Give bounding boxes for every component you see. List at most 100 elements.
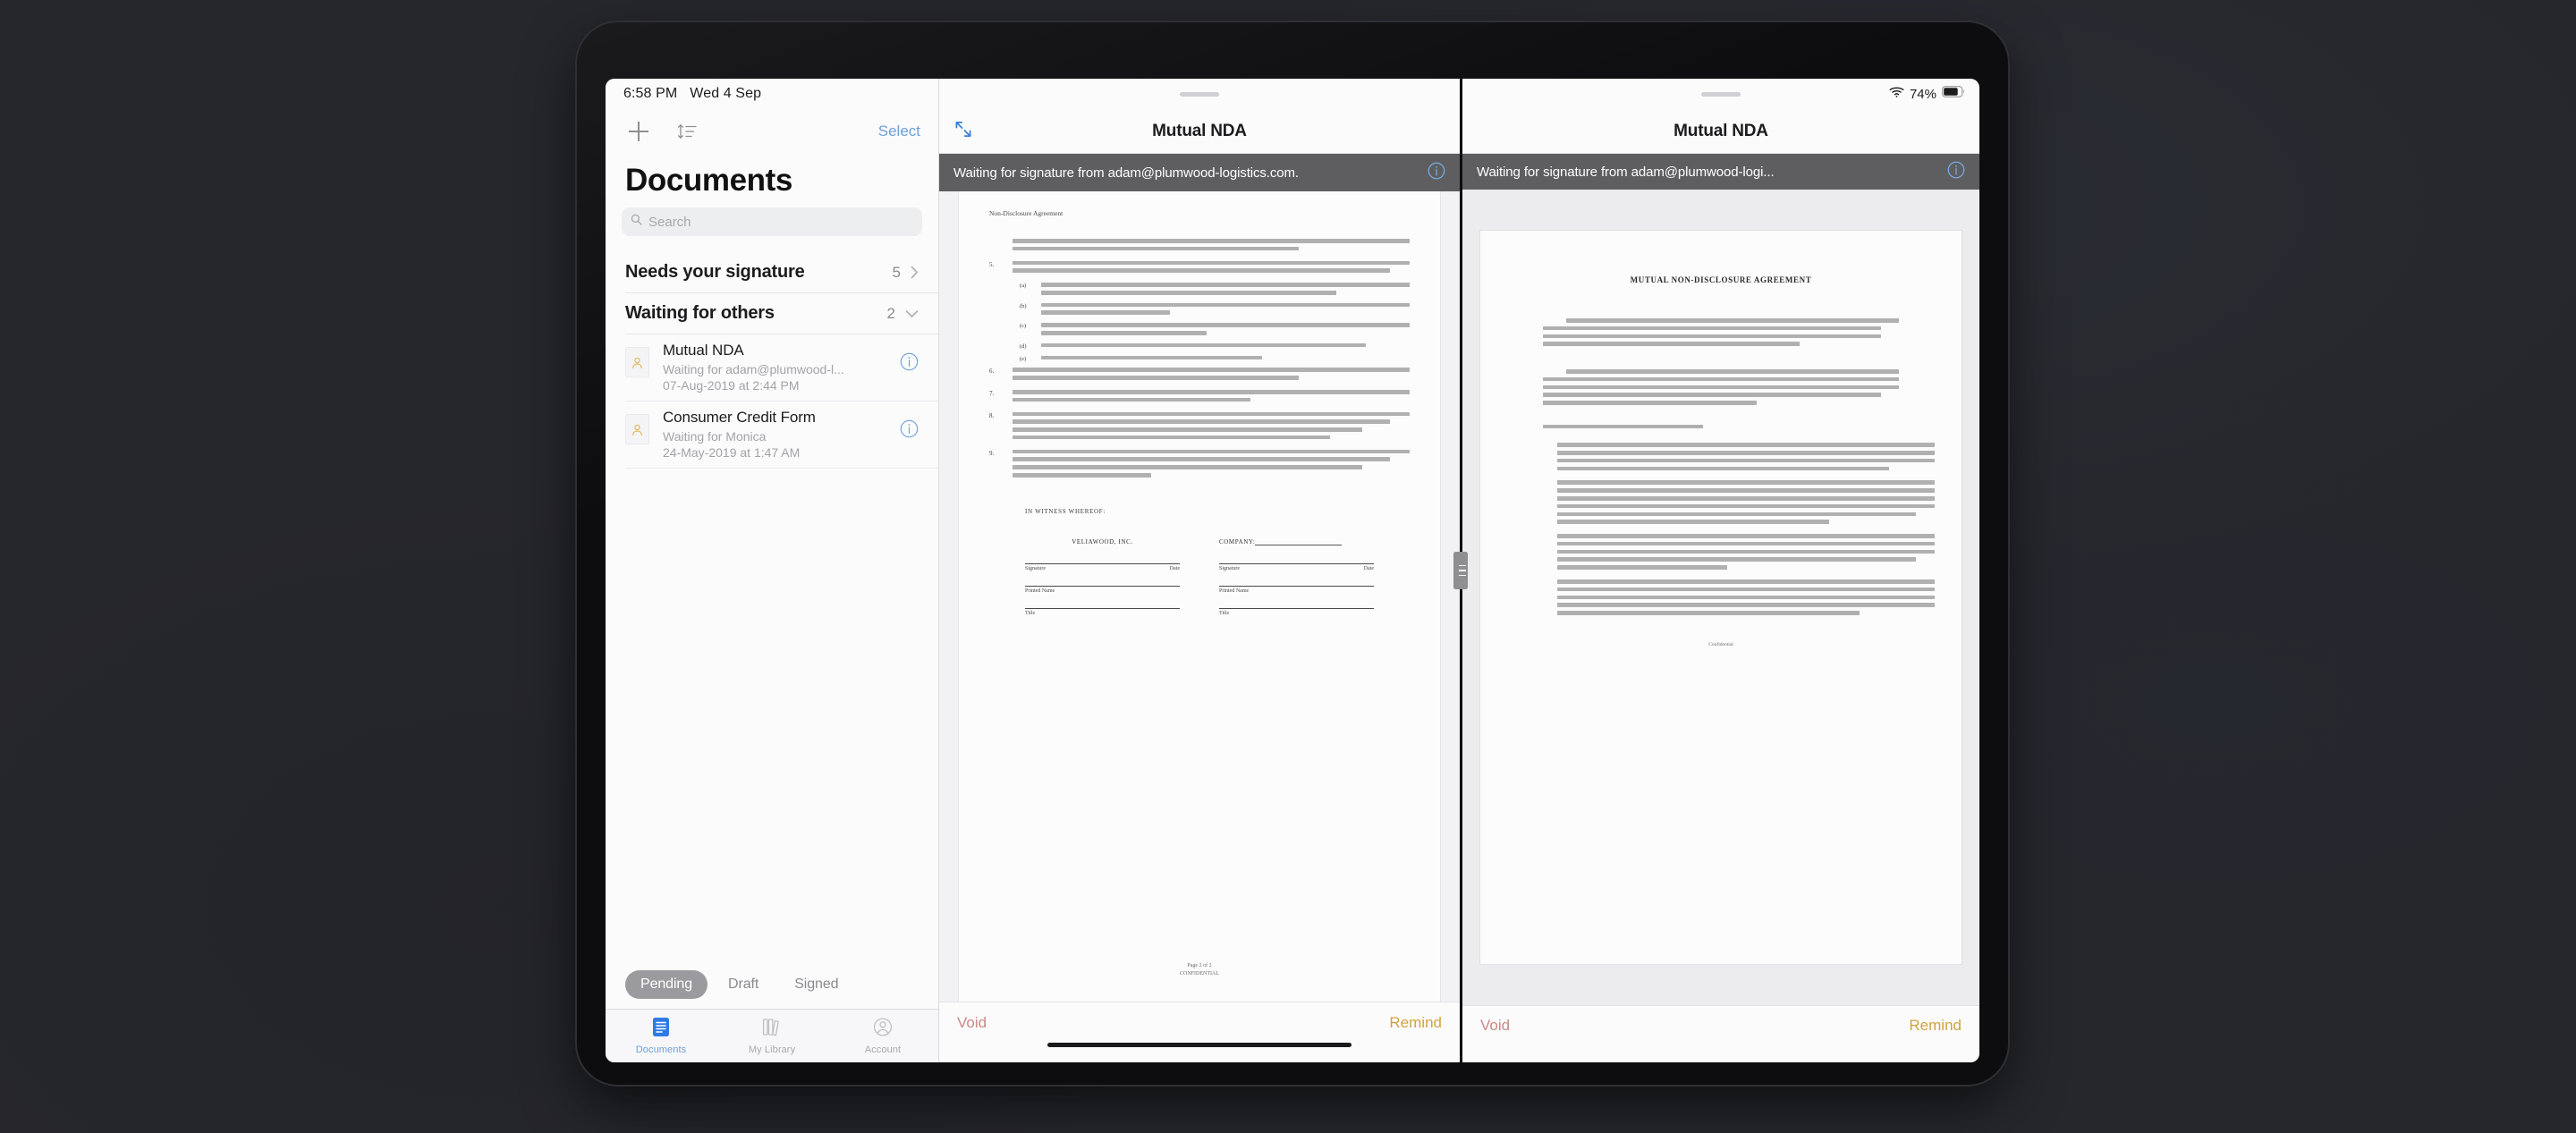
info-circle-icon[interactable] [900, 352, 919, 376]
document-paragraph [1534, 443, 1935, 474]
document-subclause: (d) [1020, 342, 1410, 351]
screenshot-root: 6:58 PM Wed 4 Sep Select Documents Searc… [0, 0, 2576, 1133]
segment-draft[interactable]: Draft [713, 970, 774, 999]
document-paragraph [1534, 534, 1935, 573]
void-button[interactable]: Void [957, 1014, 987, 1032]
person-document-icon [625, 347, 649, 377]
signature-rule [1219, 607, 1374, 609]
home-indicator-bar [1462, 1044, 1979, 1062]
status-bar-time: 6:58 PM [623, 86, 678, 101]
clause-number: 7. [989, 389, 995, 397]
plus-icon[interactable] [623, 116, 654, 147]
clause-number [989, 239, 1004, 255]
document-subtitle: Waiting for Monica [663, 429, 767, 444]
sidebar-section-waiting-for-others[interactable]: Waiting for others 2 [625, 293, 938, 334]
document-title-header: Mutual NDA [1152, 121, 1247, 140]
sidebar-section-needs-signature[interactable]: Needs your signature 5 [625, 252, 938, 293]
printed-name-label: Printed Name [1219, 588, 1250, 594]
document-title: Consumer Credit Form [663, 409, 816, 426]
document-paragraph: 8. [989, 411, 1410, 444]
clause-number: 5. [989, 260, 995, 268]
tab-label: Account [864, 1044, 902, 1055]
drag-grabber[interactable] [1701, 91, 1741, 97]
section-label: Needs your signature [625, 262, 805, 282]
document-subclause: (b) [1020, 302, 1410, 319]
title-label: Title [1219, 610, 1230, 616]
chevron-right-icon [911, 266, 919, 279]
drag-grabber[interactable] [1180, 91, 1219, 97]
paragraph-lines [1013, 260, 1410, 277]
document-subclause: (a) [1020, 283, 1410, 299]
remind-button[interactable]: Remind [1389, 1014, 1442, 1032]
signature-status-banner: Waiting for signature from adam@plumwood… [1462, 154, 1979, 190]
signature-rule [1025, 562, 1180, 564]
banner-text: Waiting for signature from adam@plumwood… [953, 165, 1299, 181]
remind-button[interactable]: Remind [1909, 1017, 1962, 1035]
document-paragraph [989, 239, 1410, 255]
document-recitals [1507, 368, 1935, 405]
battery-percent-label: 74% [1909, 86, 1936, 102]
document-intro-block [1507, 318, 1935, 346]
tab-my-library[interactable]: My Library [716, 1017, 827, 1055]
list-item[interactable]: Consumer Credit Form Waiting for Monica … [625, 402, 938, 469]
clause-number: 6. [989, 368, 995, 376]
sort-icon[interactable] [672, 116, 702, 147]
document-paragraph: 6. [989, 368, 1410, 384]
segment-pending[interactable]: Pending [625, 970, 708, 999]
tab-documents[interactable]: Documents [606, 1017, 716, 1055]
void-button[interactable]: Void [1480, 1017, 1510, 1035]
tab-account[interactable]: Account [827, 1017, 938, 1055]
expand-arrows-icon[interactable] [953, 119, 973, 143]
witness-heading: IN WITNESS WHEREOF: [1025, 507, 1106, 515]
home-indicator[interactable] [1047, 1043, 1352, 1047]
signature-company: COMPANY: [1219, 538, 1374, 545]
tablet-device-frame: 6:58 PM Wed 4 Sep Select Documents Searc… [577, 22, 2008, 1085]
title-label: Title [1025, 610, 1036, 616]
date-label: Date [1363, 565, 1374, 571]
document-subclause: (c) [1020, 323, 1410, 339]
document-paragraph [1534, 480, 1935, 528]
printed-name-label: Printed Name [1025, 588, 1055, 594]
bottom-tab-bar: Documents My Library Account [606, 1009, 938, 1062]
document-body-text: MUTUAL NON-DISCLOSURE AGREEMENT Confiden… [1480, 231, 1962, 964]
search-input[interactable]: Search [622, 207, 922, 236]
document-clause-list [1507, 443, 1935, 619]
info-circle-icon[interactable] [900, 419, 919, 443]
search-container: Search [606, 204, 938, 236]
split-view-drag-handle[interactable] [1456, 552, 1468, 589]
segment-signed[interactable]: Signed [779, 970, 853, 999]
document-icon [652, 1017, 670, 1042]
document-scroll-area[interactable]: MUTUAL NON-DISCLOSURE AGREEMENT Confiden… [1462, 190, 1979, 1005]
tablet-screen: 6:58 PM Wed 4 Sep Select Documents Searc… [606, 79, 1979, 1062]
status-bar-date: Wed 4 Sep [690, 86, 762, 101]
footer-confidential: Confidential [1708, 641, 1733, 647]
company-label: COMPANY: [1219, 537, 1256, 545]
filter-segmented-control: Pending Draft Signed [606, 960, 938, 1009]
printed-name-labels: Printed Name [1025, 588, 1180, 594]
signature-block: COMPANY: Signature Date Printed Name Tit… [1219, 538, 1374, 630]
info-circle-icon[interactable] [1428, 162, 1445, 184]
document-page: MUTUAL NON-DISCLOSURE AGREEMENT Confiden… [1480, 231, 1962, 964]
document-nav-bar: Mutual NDA [939, 109, 1460, 154]
subclause-marker: (d) [1020, 342, 1027, 350]
select-button[interactable]: Select [878, 123, 920, 140]
signature-label: Signature [1025, 565, 1046, 571]
list-item-meta: Mutual NDA Waiting for adam@plumwood-l..… [663, 342, 893, 393]
document-paragraph: 9. [989, 449, 1410, 481]
home-indicator-bar [939, 1043, 1460, 1062]
list-item[interactable]: Mutual NDA Waiting for adam@plumwood-l..… [625, 334, 938, 402]
section-count: 2 [886, 304, 895, 322]
subclause-marker: (e) [1020, 355, 1027, 362]
slide-over-nav-bar: Mutual NDA [1462, 109, 1979, 154]
paragraph-lines [1013, 239, 1410, 255]
info-circle-icon[interactable] [1947, 161, 1965, 183]
status-indicators: 74% [1889, 86, 1965, 102]
section-count: 5 [892, 263, 901, 281]
person-document-icon [625, 414, 649, 444]
document-title-text: MUTUAL NON-DISCLOSURE AGREEMENT [1630, 275, 1812, 284]
status-bar-right: 74% [1462, 79, 1979, 109]
document-body-text: Non-Disclosure Agreement 5. (a) (b) (c) … [959, 191, 1440, 1002]
status-bar-left: 6:58 PM Wed 4 Sep [606, 79, 938, 109]
document-scroll-area[interactable]: Non-Disclosure Agreement 5. (a) (b) (c) … [939, 191, 1460, 1002]
